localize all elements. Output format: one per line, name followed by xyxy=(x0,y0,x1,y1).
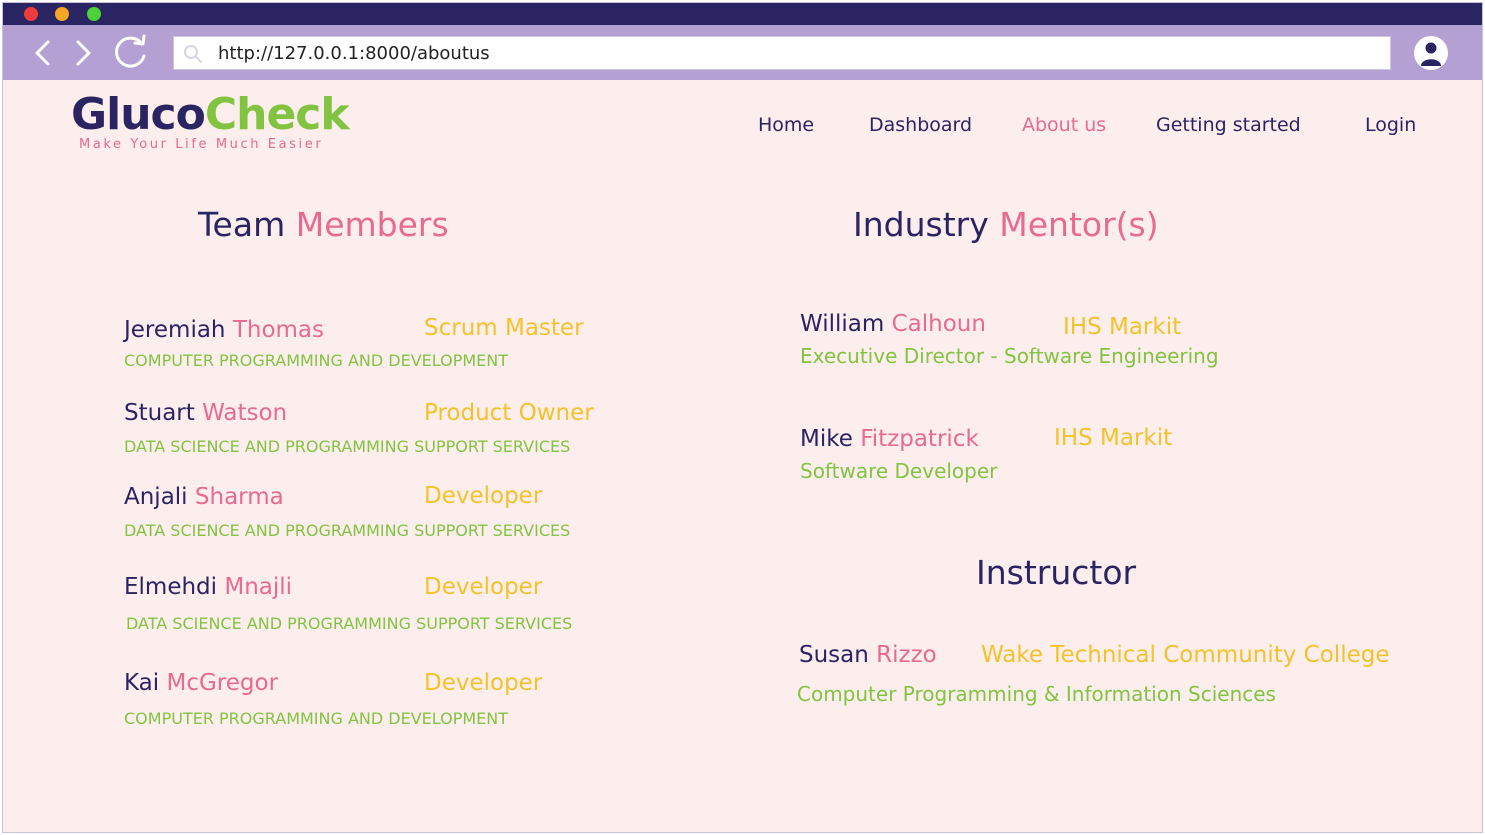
nav-home[interactable]: Home xyxy=(758,114,814,136)
instructor-last-name: Rizzo xyxy=(876,642,937,668)
nav-about-us[interactable]: About us xyxy=(1022,114,1106,136)
member-department: DATA SCIENCE AND PROGRAMMING SUPPORT SER… xyxy=(126,614,573,633)
maximize-window-button[interactable] xyxy=(87,7,101,21)
team-heading-part1: Team xyxy=(198,205,286,244)
logo-tagline: Make Your Life Much Easier xyxy=(79,137,324,152)
url-input[interactable] xyxy=(218,40,1368,66)
mentor-title: Executive Director - Software Engineerin… xyxy=(800,344,1219,368)
team-members-heading: Team Members xyxy=(198,205,449,245)
mentors-heading-part1: Industry xyxy=(853,205,989,244)
member-role: Developer xyxy=(424,670,543,696)
mentor-first-name: Mike xyxy=(800,426,853,452)
instructor-heading: Instructor xyxy=(976,553,1137,592)
nav-login[interactable]: Login xyxy=(1365,114,1416,136)
forward-arrow-icon xyxy=(76,40,91,66)
member-name: Elmehdi Mnajli xyxy=(124,572,292,602)
member-last-name: Watson xyxy=(202,400,288,426)
logo-wordmark: GlucoCheck xyxy=(71,89,350,141)
instructor-first-name: Susan xyxy=(799,642,869,668)
minimize-window-button[interactable] xyxy=(55,7,69,21)
address-bar[interactable] xyxy=(173,36,1391,70)
industry-mentors-heading: Industry Mentor(s) xyxy=(853,205,1159,245)
browser-toolbar xyxy=(3,25,1482,80)
member-last-name: McGregor xyxy=(166,670,279,696)
member-name: Kai McGregor xyxy=(124,668,278,698)
logo-part-check: Check xyxy=(204,89,350,140)
instructor-organization: Wake Technical Community College xyxy=(981,642,1390,668)
member-first-name: Stuart xyxy=(124,400,195,426)
back-arrow-icon xyxy=(35,40,50,66)
mentor-organization: IHS Markit xyxy=(1063,314,1182,340)
browser-window: GlucoCheck Make Your Life Much Easier Ho… xyxy=(2,2,1483,833)
instructor-name: Susan Rizzo xyxy=(799,640,937,670)
member-role: Product Owner xyxy=(424,400,594,426)
member-last-name: Thomas xyxy=(232,317,325,343)
nav-dashboard[interactable]: Dashboard xyxy=(869,114,972,136)
member-last-name: Mnajli xyxy=(224,574,293,600)
member-role: Developer xyxy=(424,483,543,509)
instructor-department: Computer Programming & Information Scien… xyxy=(797,682,1276,706)
glucocheck-logo[interactable]: GlucoCheck Make Your Life Much Easier xyxy=(69,89,359,159)
member-first-name: Anjali xyxy=(124,484,188,510)
member-department: COMPUTER PROGRAMMING AND DEVELOPMENT xyxy=(124,709,509,728)
mentor-first-name: William xyxy=(800,311,885,337)
team-heading-part2: Members xyxy=(295,205,449,244)
member-department: DATA SCIENCE AND PROGRAMMING SUPPORT SER… xyxy=(124,437,571,456)
nav-getting-started[interactable]: Getting started xyxy=(1156,114,1301,136)
mentor-name: William Calhoun xyxy=(800,309,986,339)
mentors-heading-part2: Mentor(s) xyxy=(999,205,1159,244)
mentor-last-name: Fitzpatrick xyxy=(860,426,979,452)
member-department: DATA SCIENCE AND PROGRAMMING SUPPORT SER… xyxy=(124,521,571,540)
member-role: Scrum Master xyxy=(424,315,584,341)
member-first-name: Jeremiah xyxy=(124,317,226,343)
search-icon xyxy=(184,45,202,63)
forward-button[interactable] xyxy=(65,33,101,73)
member-department: COMPUTER PROGRAMMING AND DEVELOPMENT xyxy=(124,351,509,370)
mentor-title: Software Developer xyxy=(800,459,998,483)
member-last-name: Sharma xyxy=(194,484,284,510)
close-window-button[interactable] xyxy=(24,7,38,21)
mentor-organization: IHS Markit xyxy=(1054,425,1173,451)
logo-part-gluco: Gluco xyxy=(71,89,206,140)
mentor-name: Mike Fitzpatrick xyxy=(800,424,979,454)
member-first-name: Elmehdi xyxy=(124,574,218,600)
user-avatar-icon xyxy=(1421,42,1441,66)
reload-icon xyxy=(115,34,146,68)
member-name: Jeremiah Thomas xyxy=(124,315,324,345)
member-name: Anjali Sharma xyxy=(124,482,284,512)
title-bar xyxy=(3,3,1482,25)
member-name: Stuart Watson xyxy=(124,398,287,428)
member-first-name: Kai xyxy=(124,670,160,696)
member-role: Developer xyxy=(424,574,543,600)
profile-button[interactable] xyxy=(1414,36,1448,70)
mentor-last-name: Calhoun xyxy=(891,311,986,337)
reload-button[interactable] xyxy=(109,33,153,73)
back-button[interactable] xyxy=(25,33,61,73)
